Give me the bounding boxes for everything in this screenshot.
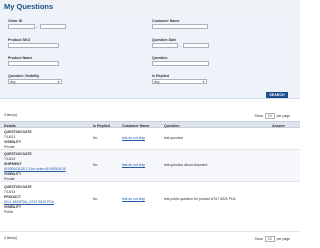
question-date-key: QUESTION DATE xyxy=(4,185,32,189)
order-id-from-input[interactable] xyxy=(8,24,35,29)
customer-name-input[interactable] xyxy=(152,24,208,29)
product-name-input[interactable] xyxy=(8,61,59,66)
product-sku-link[interactable]: SKU: 8523PDA_AT&T 8525 PDA xyxy=(4,200,54,204)
question-visibility-select[interactable]: Any ▼ xyxy=(8,79,62,84)
title-bar: My Questions xyxy=(0,0,300,12)
chevron-down-icon: ▼ xyxy=(57,80,60,84)
results-count-top: 3 item(s) xyxy=(4,113,18,117)
question-input[interactable] xyxy=(152,61,209,66)
range-dash: – xyxy=(36,23,39,29)
question-cell: test question about shipment xyxy=(164,163,208,167)
product-key: PRODUCT xyxy=(4,195,21,199)
question-date-to-input[interactable] xyxy=(183,43,209,48)
is-replied-cell: No xyxy=(93,163,98,167)
visibility-key: VISIBILITY xyxy=(4,205,22,209)
is-replied-value: Any xyxy=(154,80,160,84)
shipment-link[interactable]: #1000001125 2-3 for order #1000001125 xyxy=(4,167,66,171)
visibility-value: Private xyxy=(4,145,15,149)
show-label: Show xyxy=(254,114,263,118)
shipment-key: SHIPMENT xyxy=(4,162,22,166)
question-date-label: Question Date xyxy=(152,38,177,42)
question-cell: test question xyxy=(164,136,184,140)
chevron-down-icon: ▼ xyxy=(202,80,205,84)
customer-name-link[interactable]: test do not ship xyxy=(122,197,145,201)
customer-name-label: Customer Name xyxy=(152,19,180,23)
question-date-from-input[interactable] xyxy=(152,43,178,48)
product-sku-input[interactable] xyxy=(8,43,59,48)
order-id-label: Order ID xyxy=(8,19,23,23)
question-date-value: 7/18/13 xyxy=(4,135,16,139)
question-label: Question xyxy=(152,56,168,60)
visibility-value: Private xyxy=(4,177,15,181)
pager-bottom: Show 10 per page xyxy=(254,236,290,242)
question-visibility-value: Any xyxy=(10,80,16,84)
question-cell: test public question for product AT&T 85… xyxy=(164,197,236,201)
search-button[interactable]: SEARCH xyxy=(266,92,288,98)
product-name-label: Product Name xyxy=(8,56,33,60)
question-date-value: 7/18/13 xyxy=(4,157,16,161)
per-page-select[interactable]: 10 xyxy=(264,236,275,242)
pager-top: Show 10 per page xyxy=(254,113,290,119)
page-title: My Questions xyxy=(4,2,54,11)
is-replied-label: Is Replied xyxy=(152,74,169,78)
range-dash: – xyxy=(179,42,182,48)
is-replied-cell: No xyxy=(93,197,98,201)
table-row: QUESTION DATE 7/18/13 VISIBILITY Private… xyxy=(0,128,300,150)
table-row: QUESTION DATE 7/18/13 PRODUCT SKU: 8523P… xyxy=(0,182,300,232)
is-replied-select[interactable]: Any ▼ xyxy=(152,79,207,84)
is-replied-cell: No xyxy=(93,136,98,140)
question-date-key: QUESTION DATE xyxy=(4,130,32,134)
visibility-key: VISIBILITY xyxy=(4,140,22,144)
visibility-value: Public xyxy=(4,210,14,214)
show-label: Show xyxy=(254,237,263,241)
table-header: Details Is Replied Customer Name Questio… xyxy=(0,121,300,128)
question-date-key: QUESTION DATE xyxy=(4,152,32,156)
per-page-select[interactable]: 10 xyxy=(264,113,275,119)
results-count-bottom: 3 item(s) xyxy=(4,236,18,240)
per-page-suffix: per page xyxy=(276,237,290,241)
per-page-suffix: per page xyxy=(276,114,290,118)
visibility-key: VISIBILITY xyxy=(4,172,22,176)
filter-panel: Order ID – Customer Name Product SKU Que… xyxy=(0,12,300,99)
customer-name-link[interactable]: test do not ship xyxy=(122,136,145,140)
order-id-to-input[interactable] xyxy=(40,24,66,29)
product-sku-label: Product SKU xyxy=(8,38,31,42)
table-row: QUESTION DATE 7/18/13 SHIPMENT #10000011… xyxy=(0,150,300,182)
customer-name-link[interactable]: test do not ship xyxy=(122,163,145,167)
question-visibility-label: Question Visibility xyxy=(8,74,40,78)
question-date-value: 7/18/13 xyxy=(4,190,16,194)
